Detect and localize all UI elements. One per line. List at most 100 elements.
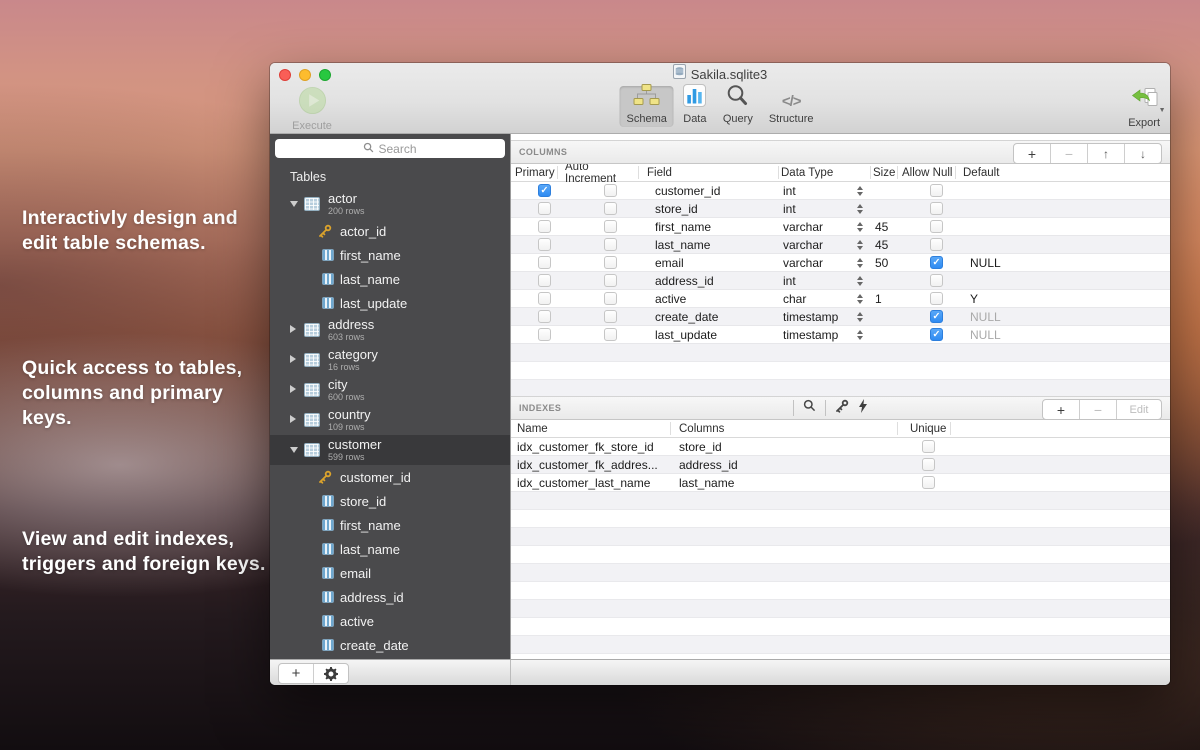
- sidebar-table-customer[interactable]: customer599 rows: [270, 435, 510, 465]
- primary-checkbox[interactable]: [538, 328, 551, 341]
- add-table-button[interactable]: +: [279, 664, 313, 683]
- allow-null-checkbox[interactable]: [930, 274, 943, 287]
- add-index-button[interactable]: +: [1043, 400, 1079, 419]
- data-type-cell[interactable]: int: [779, 200, 871, 217]
- foreign-key-icon[interactable]: [835, 399, 849, 418]
- default-cell[interactable]: [956, 218, 1170, 235]
- index-row-1[interactable]: idx_customer_fk_store_idstore_id: [511, 438, 1170, 456]
- primary-checkbox[interactable]: [538, 256, 551, 269]
- allow-null-checkbox[interactable]: [930, 220, 943, 233]
- default-cell[interactable]: [956, 236, 1170, 253]
- size-cell[interactable]: [871, 272, 898, 289]
- size-cell[interactable]: 45: [871, 218, 898, 235]
- sidebar-table-address[interactable]: address603 rows: [270, 315, 510, 345]
- gear-actions-button[interactable]: [313, 664, 348, 683]
- sidebar-column-first_name[interactable]: first_name: [270, 513, 510, 537]
- tab-schema[interactable]: Schema: [620, 86, 674, 127]
- tab-structure[interactable]: </> Structure: [762, 86, 821, 127]
- tab-data[interactable]: Data: [676, 86, 714, 127]
- sidebar-column-active[interactable]: active: [270, 609, 510, 633]
- default-cell[interactable]: Y: [956, 290, 1170, 307]
- zoom-button[interactable]: [319, 69, 331, 81]
- column-row-create_date[interactable]: create_datetimestamp✓NULL: [511, 308, 1170, 326]
- primary-checkbox[interactable]: [538, 274, 551, 287]
- title-bar[interactable]: Sakila.sqlite3: [270, 63, 1170, 85]
- data-type-stepper[interactable]: [857, 312, 863, 322]
- sidebar-column-address_id[interactable]: address_id: [270, 585, 510, 609]
- data-type-cell[interactable]: timestamp: [779, 326, 871, 343]
- sidebar-column-store_id[interactable]: store_id: [270, 489, 510, 513]
- edit-index-button[interactable]: Edit: [1116, 400, 1161, 419]
- sidebar-column-last_name[interactable]: last_name: [270, 537, 510, 561]
- data-type-cell[interactable]: timestamp: [779, 308, 871, 325]
- allow-null-checkbox[interactable]: [930, 184, 943, 197]
- data-type-cell[interactable]: char: [779, 290, 871, 307]
- size-cell[interactable]: 1: [871, 290, 898, 307]
- data-type-stepper[interactable]: [857, 276, 863, 286]
- auto-increment-checkbox[interactable]: [604, 310, 617, 323]
- size-cell[interactable]: [871, 182, 898, 199]
- sidebar-column-create_date[interactable]: create_date: [270, 633, 510, 657]
- indexes-search-icon[interactable]: [803, 399, 816, 417]
- auto-increment-checkbox[interactable]: [604, 328, 617, 341]
- chevron-right-icon[interactable]: [290, 325, 296, 333]
- data-type-stepper[interactable]: [857, 294, 863, 304]
- chevron-down-icon[interactable]: [290, 447, 298, 453]
- default-cell[interactable]: NULL: [956, 254, 1170, 271]
- data-type-cell[interactable]: varchar: [779, 236, 871, 253]
- chevron-right-icon[interactable]: [290, 385, 296, 393]
- data-type-cell[interactable]: varchar: [779, 218, 871, 235]
- auto-increment-checkbox[interactable]: [604, 220, 617, 233]
- size-cell[interactable]: [871, 326, 898, 343]
- data-type-stepper[interactable]: [857, 186, 863, 196]
- data-type-stepper[interactable]: [857, 240, 863, 250]
- auto-increment-checkbox[interactable]: [604, 256, 617, 269]
- allow-null-checkbox[interactable]: [930, 202, 943, 215]
- primary-checkbox[interactable]: [538, 202, 551, 215]
- primary-checkbox[interactable]: [538, 292, 551, 305]
- trigger-lightning-icon[interactable]: [858, 399, 868, 418]
- data-type-cell[interactable]: int: [779, 272, 871, 289]
- column-row-address_id[interactable]: address_idint: [511, 272, 1170, 290]
- size-cell[interactable]: [871, 308, 898, 325]
- sidebar-table-country[interactable]: country109 rows: [270, 405, 510, 435]
- size-cell[interactable]: 50: [871, 254, 898, 271]
- default-cell[interactable]: [956, 182, 1170, 199]
- export-button[interactable]: ▼ Export: [1128, 86, 1160, 129]
- default-cell[interactable]: [956, 272, 1170, 289]
- move-column-down-button[interactable]: ↓: [1124, 144, 1161, 163]
- auto-increment-checkbox[interactable]: [604, 274, 617, 287]
- column-row-store_id[interactable]: store_idint: [511, 200, 1170, 218]
- chevron-down-icon[interactable]: [290, 201, 298, 207]
- data-type-cell[interactable]: int: [779, 182, 871, 199]
- close-button[interactable]: [279, 69, 291, 81]
- data-type-cell[interactable]: varchar: [779, 254, 871, 271]
- default-cell[interactable]: NULL: [956, 326, 1170, 343]
- column-row-first_name[interactable]: first_namevarchar45: [511, 218, 1170, 236]
- allow-null-checkbox[interactable]: [930, 238, 943, 251]
- sidebar-column-customer_id[interactable]: customer_id: [270, 465, 510, 489]
- primary-checkbox[interactable]: ✓: [538, 184, 551, 197]
- column-row-active[interactable]: activechar1Y: [511, 290, 1170, 308]
- auto-increment-checkbox[interactable]: [604, 202, 617, 215]
- size-cell[interactable]: [871, 200, 898, 217]
- sidebar-column-actor_id[interactable]: actor_id: [270, 219, 510, 243]
- sidebar-column-last_update[interactable]: last_update: [270, 291, 510, 315]
- column-row-last_name[interactable]: last_namevarchar45: [511, 236, 1170, 254]
- unique-checkbox[interactable]: [922, 458, 935, 471]
- primary-checkbox[interactable]: [538, 310, 551, 323]
- chevron-right-icon[interactable]: [290, 355, 296, 363]
- sidebar-table-city[interactable]: city600 rows: [270, 375, 510, 405]
- auto-increment-checkbox[interactable]: [604, 184, 617, 197]
- allow-null-checkbox[interactable]: ✓: [930, 256, 943, 269]
- sidebar-table-actor[interactable]: actor200 rows: [270, 189, 510, 219]
- auto-increment-checkbox[interactable]: [604, 238, 617, 251]
- allow-null-checkbox[interactable]: ✓: [930, 328, 943, 341]
- data-type-stepper[interactable]: [857, 330, 863, 340]
- sidebar-column-last_name[interactable]: last_name: [270, 267, 510, 291]
- tab-query[interactable]: Query: [716, 86, 760, 127]
- sidebar-table-category[interactable]: category16 rows: [270, 345, 510, 375]
- unique-checkbox[interactable]: [922, 476, 935, 489]
- chevron-right-icon[interactable]: [290, 415, 296, 423]
- column-row-last_update[interactable]: last_updatetimestamp✓NULL: [511, 326, 1170, 344]
